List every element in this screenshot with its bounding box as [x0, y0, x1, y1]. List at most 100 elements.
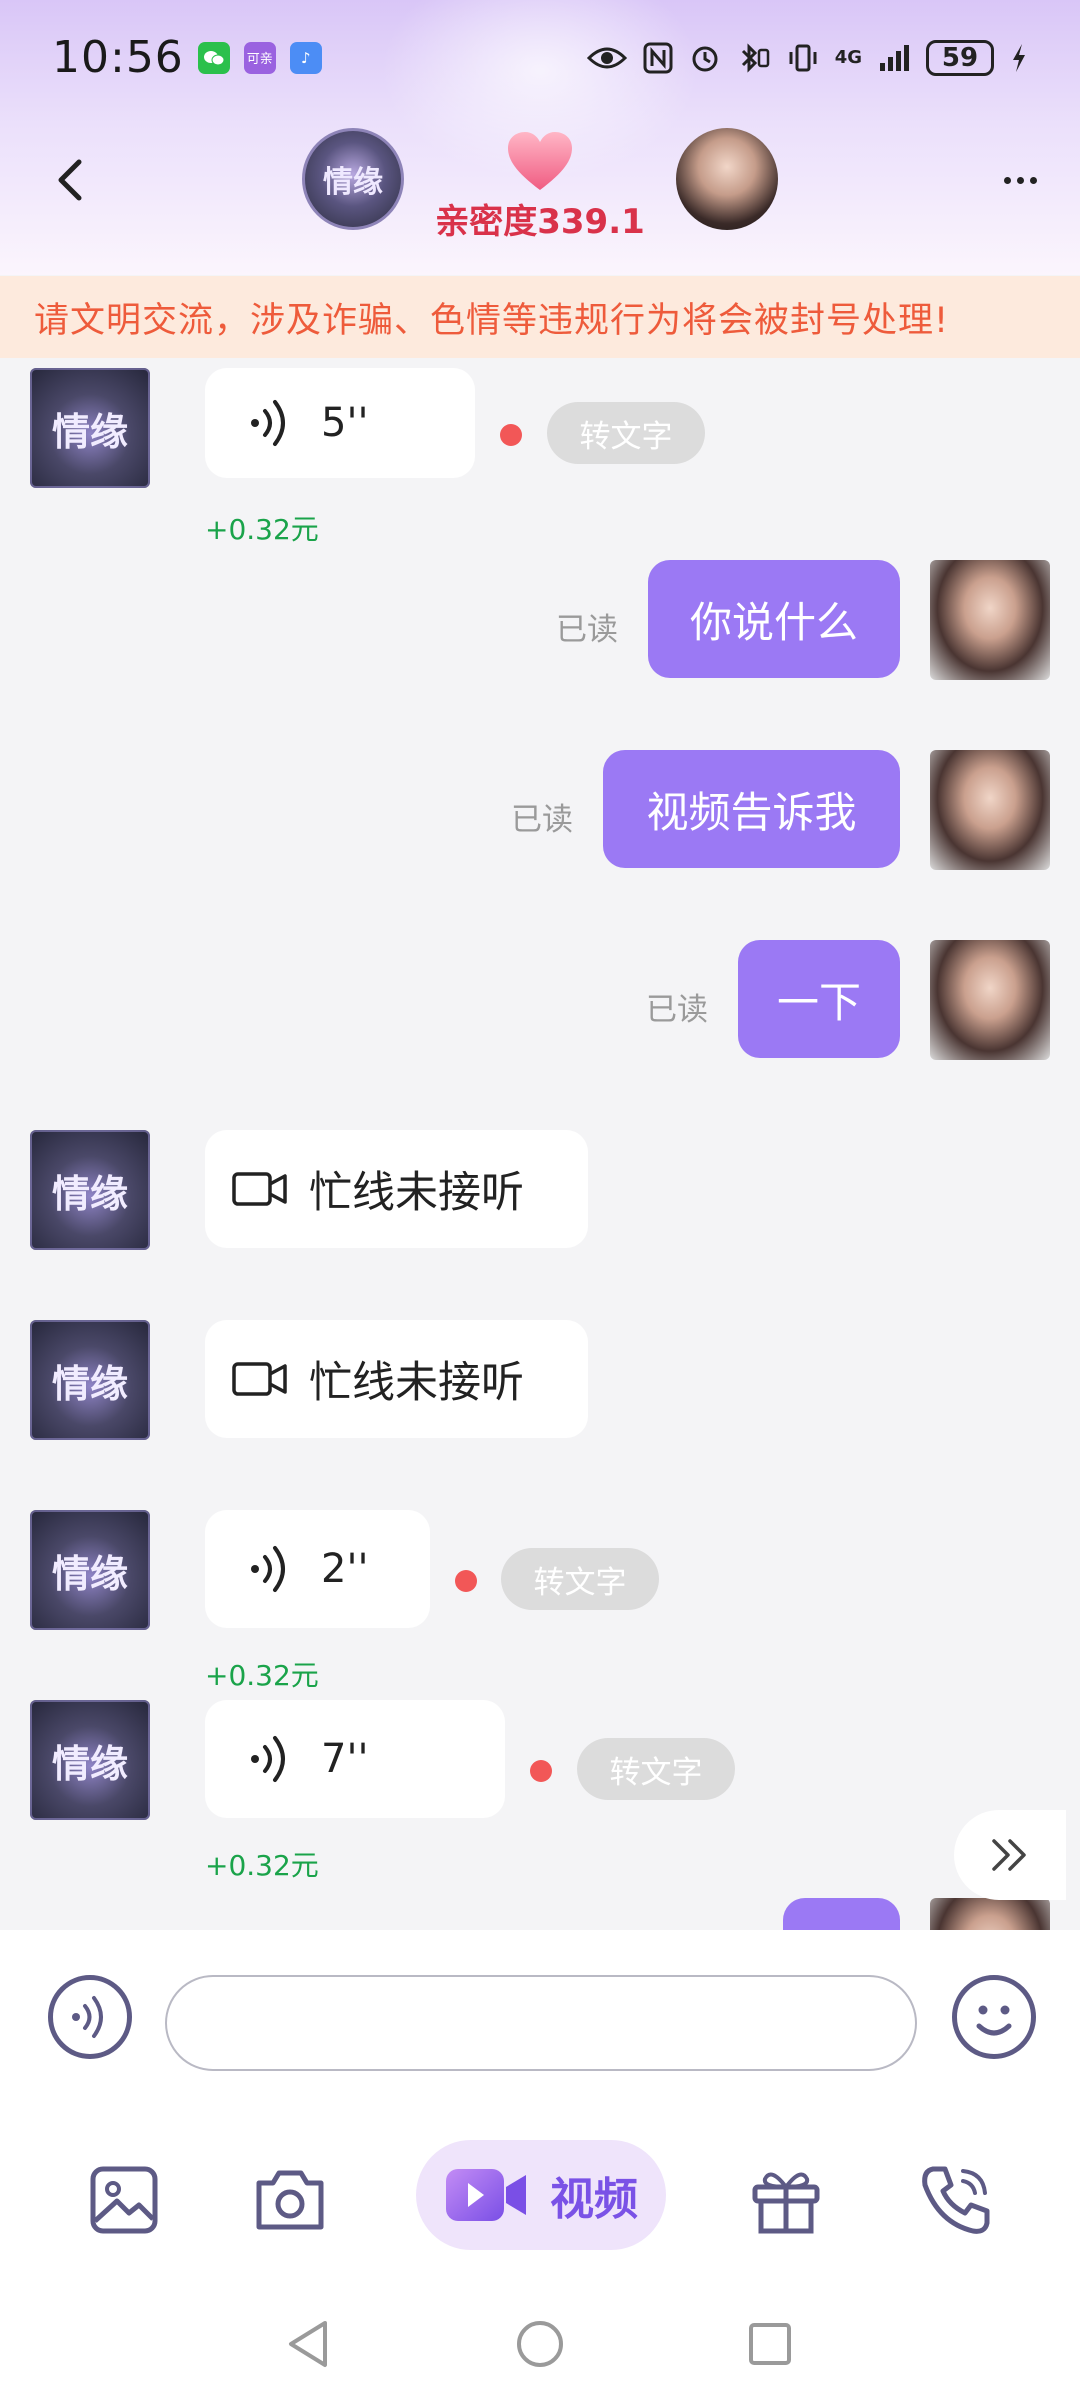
video-camera-icon	[231, 1359, 289, 1399]
battery-indicator: 59	[926, 39, 994, 76]
camera-icon	[256, 2170, 324, 2230]
double-chevron-icon	[992, 1839, 1026, 1871]
unread-dot	[530, 1760, 552, 1782]
voice-icon	[249, 1544, 293, 1594]
self-avatar[interactable]	[930, 1898, 1050, 1930]
triangle-back-icon	[289, 2321, 327, 2367]
phone-icon	[922, 2166, 990, 2234]
back-button[interactable]	[40, 150, 100, 210]
nav-home-button[interactable]	[510, 2314, 570, 2374]
message-input[interactable]	[165, 1975, 917, 2071]
video-call-button[interactable]: 视频	[416, 2140, 666, 2250]
voice-duration: 7''	[321, 1736, 369, 1782]
sent-message-partial[interactable]	[783, 1898, 900, 1930]
app-badge-icon: 可亲	[243, 41, 276, 74]
read-status: 已读	[646, 992, 708, 1028]
sender-avatar[interactable]: 情缘	[30, 1700, 150, 1820]
nfc-icon	[643, 42, 673, 73]
message-text: 你说什么	[689, 597, 858, 647]
alarm-icon	[692, 46, 718, 71]
eye-icon	[586, 47, 627, 68]
read-status: 已读	[556, 612, 618, 648]
missed-call-message[interactable]: 忙线未接听	[205, 1320, 588, 1438]
voice-duration: 2''	[321, 1546, 369, 1592]
emoji-icon	[976, 2005, 1012, 2036]
circle-home-icon	[517, 2321, 563, 2367]
status-bar: 10:56 可亲 ♪ 4G 59	[0, 0, 1080, 115]
back-icon	[58, 159, 82, 201]
message-text: 视频告诉我	[646, 787, 857, 837]
network-type: 4G	[834, 47, 862, 68]
sent-message[interactable]: 你说什么	[648, 560, 900, 678]
voice-call-button[interactable]	[916, 2160, 996, 2240]
toolbar: 视频	[0, 2140, 1080, 2260]
intimacy-score: 亲密度339.1	[435, 202, 645, 242]
input-area: 视频	[0, 1930, 1080, 2290]
system-navigation-bar	[0, 2290, 1080, 2400]
self-avatar[interactable]	[930, 560, 1050, 680]
self-avatar[interactable]	[930, 750, 1050, 870]
sender-avatar[interactable]: 情缘	[30, 1130, 150, 1250]
self-avatar[interactable]	[930, 940, 1050, 1060]
unread-dot	[500, 424, 522, 446]
voice-message[interactable]: 7''	[205, 1700, 505, 1818]
app-avatar[interactable]: 情缘	[302, 128, 404, 230]
wechat-icon	[197, 41, 230, 74]
earn-amount: +0.32元	[205, 1659, 319, 1692]
sent-message[interactable]: 视频告诉我	[603, 750, 900, 868]
voice-duration: 5''	[321, 400, 369, 446]
notice-banner: 请文明交流，涉及诈骗、色情等违规行为将会被封号处理!	[0, 276, 1080, 358]
vibrate-icon	[789, 44, 817, 71]
gift-button[interactable]	[746, 2160, 826, 2240]
app-avatar-text: 情缘	[323, 165, 383, 200]
voice-icon	[249, 1734, 293, 1784]
missed-call-message[interactable]: 忙线未接听	[205, 1130, 588, 1248]
avatar-text: 情缘	[51, 1551, 128, 1596]
chat-list[interactable]: 情缘 5'' 转文字 +0.32元 已读 你说什么 已读 视频告诉我 已读 一下…	[0, 358, 1080, 1930]
sent-message[interactable]: 一下	[738, 940, 900, 1058]
read-status: 已读	[511, 802, 573, 838]
chat-header: 情缘 亲密度339.1	[0, 120, 1080, 260]
voice-message[interactable]: 2''	[205, 1510, 430, 1628]
user-avatar[interactable]	[676, 128, 778, 230]
image-button[interactable]	[84, 2160, 164, 2240]
to-text-button[interactable]: 转文字	[577, 1738, 735, 1800]
earn-amount: +0.32元	[205, 513, 319, 546]
emoji-button[interactable]	[952, 1975, 1036, 2059]
message-text: 一下	[776, 977, 861, 1027]
video-call-label: 视频	[550, 2174, 638, 2225]
notice-text: 请文明交流，涉及诈骗、色情等违规行为将会被封号处理!	[34, 300, 950, 341]
earn-amount: +0.32元	[205, 1849, 319, 1882]
image-icon	[90, 2166, 158, 2234]
avatar-text: 情缘	[51, 1171, 128, 1216]
missed-call-text: 忙线未接听	[309, 1358, 524, 1408]
video-camera-icon	[446, 2169, 526, 2221]
nav-recents-button[interactable]	[740, 2314, 800, 2374]
music-icon: ♪	[289, 41, 322, 74]
square-recents-icon	[749, 2323, 791, 2365]
to-text-button[interactable]: 转文字	[547, 402, 705, 464]
signal-icon	[880, 44, 909, 71]
gift-icon	[752, 2172, 820, 2234]
sender-avatar[interactable]: 情缘	[30, 1320, 150, 1440]
avatar-text: 情缘	[51, 409, 128, 454]
voice-input-button[interactable]	[48, 1975, 132, 2059]
more-button[interactable]	[990, 150, 1050, 210]
sender-avatar[interactable]: 情缘	[30, 368, 150, 488]
voice-icon	[249, 398, 293, 448]
to-text-button[interactable]: 转文字	[501, 1548, 659, 1610]
avatar-text: 情缘	[51, 1741, 128, 1786]
nav-back-button[interactable]	[278, 2314, 338, 2374]
status-time: 10:56	[52, 32, 184, 83]
more-icon	[1003, 176, 1037, 184]
bluetooth-icon	[741, 42, 769, 73]
camera-button[interactable]	[250, 2160, 330, 2240]
status-icons: 4G 59	[586, 39, 1028, 76]
heart-icon	[506, 130, 574, 194]
avatar-text: 情缘	[51, 1361, 128, 1406]
voice-message[interactable]: 5''	[205, 368, 475, 478]
voice-icon	[72, 1996, 103, 2038]
sender-avatar[interactable]: 情缘	[30, 1510, 150, 1630]
scroll-to-bottom-button[interactable]	[954, 1810, 1066, 1900]
missed-call-text: 忙线未接听	[309, 1168, 524, 1218]
